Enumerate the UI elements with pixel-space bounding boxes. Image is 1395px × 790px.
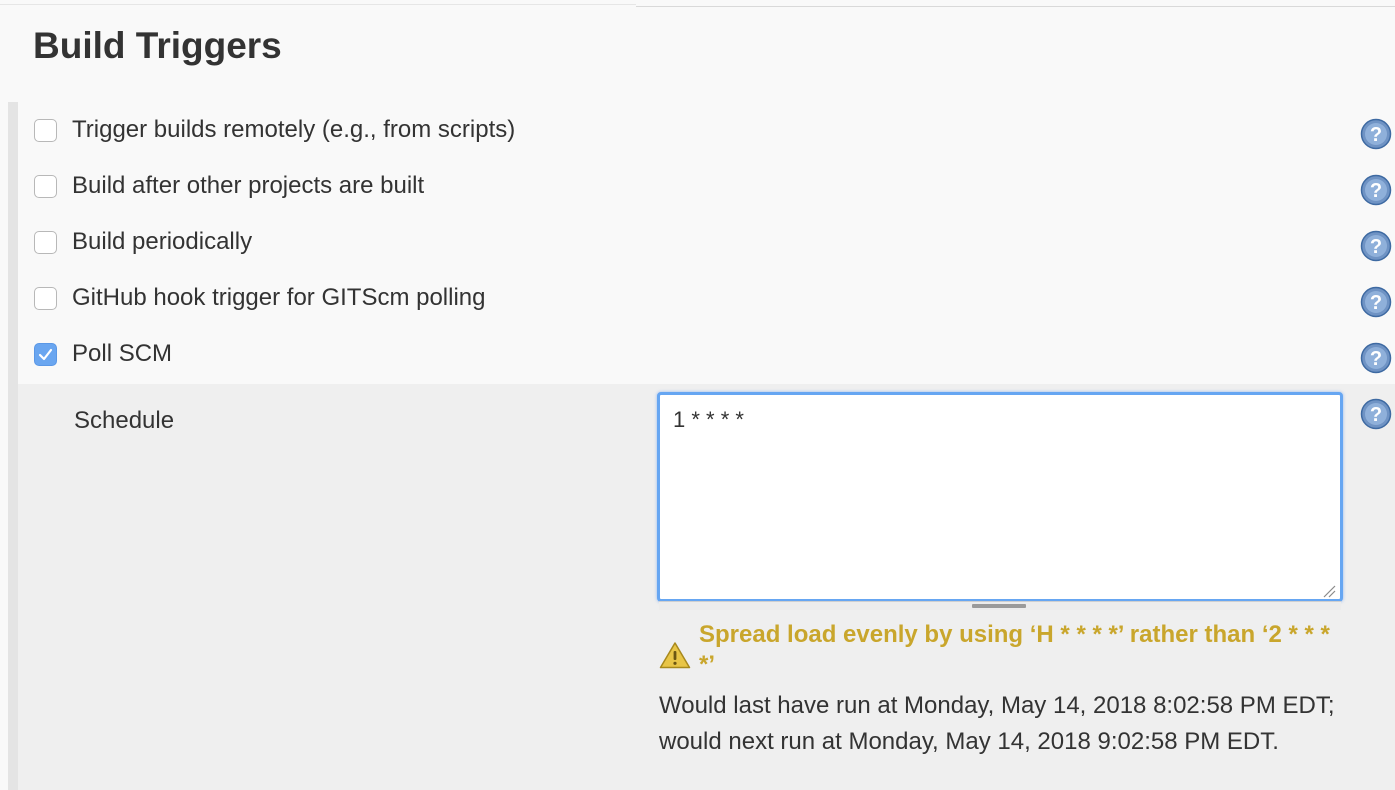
- warning-icon: [659, 642, 691, 669]
- trigger-github-hook-label[interactable]: GitHub hook trigger for GITScm polling: [72, 282, 486, 314]
- trigger-poll-scm-label[interactable]: Poll SCM: [72, 338, 172, 370]
- svg-text:?: ?: [1370, 348, 1382, 370]
- svg-text:?: ?: [1370, 236, 1382, 258]
- svg-text:?: ?: [1370, 180, 1382, 202]
- checkmark-icon: [38, 348, 53, 360]
- section-title: Build Triggers: [33, 25, 282, 66]
- textarea-resize-splitter[interactable]: [659, 601, 1341, 610]
- schedule-warning-text: Spread load evenly by using ‘H * * * *’ …: [699, 621, 1330, 678]
- help-icon: ?: [1360, 342, 1392, 374]
- trigger-upstream-checkbox[interactable]: [34, 174, 57, 198]
- help-icon-periodic[interactable]: ?: [1360, 230, 1392, 262]
- trigger-periodic-checkbox[interactable]: [34, 230, 57, 254]
- help-icon: ?: [1360, 230, 1392, 262]
- schedule-info-text: Would last have run at Monday, May 14, 2…: [659, 692, 1335, 755]
- trigger-row-poll-scm: Poll SCM: [34, 338, 172, 370]
- schedule-label: Schedule: [74, 407, 175, 434]
- help-icon: ?: [1360, 174, 1392, 206]
- trigger-row-remote: Trigger builds remotely (e.g., from scri…: [34, 114, 515, 146]
- splitter-grip: [972, 604, 1026, 608]
- trigger-remote-checkbox[interactable]: [34, 118, 57, 142]
- help-icon: ?: [1360, 118, 1392, 150]
- top-divider-right: [636, 6, 1395, 7]
- svg-text:?: ?: [1370, 404, 1382, 426]
- svg-text:?: ?: [1370, 292, 1382, 314]
- help-icon-github-hook[interactable]: ?: [1360, 286, 1392, 318]
- trigger-row-periodic: Build periodically: [34, 226, 252, 258]
- trigger-row-github-hook: GitHub hook trigger for GITScm polling: [34, 282, 486, 314]
- help-icon-poll-scm[interactable]: ?: [1360, 342, 1392, 374]
- help-icon-schedule[interactable]: ?: [1360, 398, 1392, 430]
- trigger-row-upstream: Build after other projects are built: [34, 170, 424, 202]
- help-icon: ?: [1360, 286, 1392, 318]
- trigger-periodic-label[interactable]: Build periodically: [72, 226, 252, 258]
- svg-text:?: ?: [1370, 124, 1382, 146]
- section-indent-bar: [8, 102, 18, 790]
- resize-grip-icon[interactable]: [1320, 582, 1336, 598]
- trigger-upstream-label[interactable]: Build after other projects are built: [72, 170, 424, 202]
- trigger-poll-scm-checkbox[interactable]: [34, 342, 57, 366]
- trigger-remote-label[interactable]: Trigger builds remotely (e.g., from scri…: [72, 114, 515, 146]
- help-icon-remote[interactable]: ?: [1360, 118, 1392, 150]
- top-divider-left: [0, 4, 636, 5]
- trigger-github-hook-checkbox[interactable]: [34, 286, 57, 310]
- help-icon-upstream[interactable]: ?: [1360, 174, 1392, 206]
- help-icon: ?: [1360, 398, 1392, 430]
- schedule-textarea[interactable]: 1 * * * *: [657, 392, 1343, 602]
